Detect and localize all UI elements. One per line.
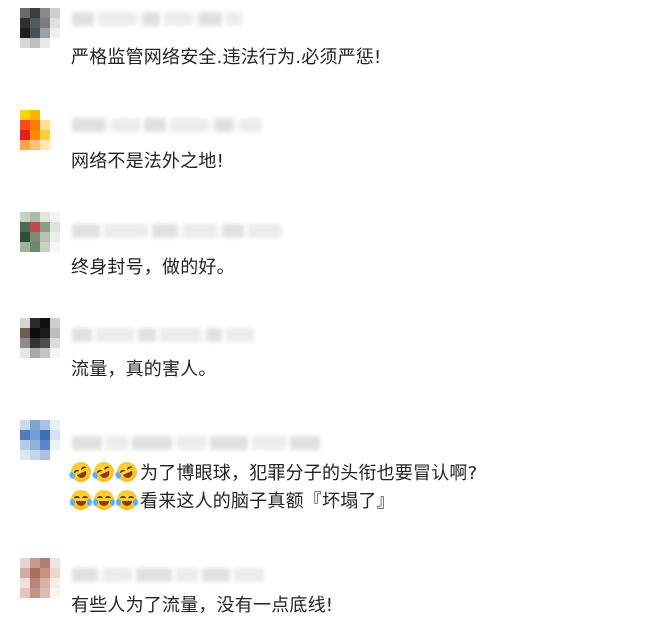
username-blurred[interactable] [72, 430, 320, 456]
avatar[interactable] [20, 110, 60, 150]
username-blurred[interactable] [72, 6, 242, 32]
crying-laughing-emoji-icon [90, 458, 118, 486]
comment-list: 严格监管网络安全.违法行为.必须严惩! 网络不是法外之地! 终身封号，做的好。 … [0, 0, 654, 630]
comment-line-1-text: 为了博眼球，犯罪分子的头衔也要冒认啊? [140, 463, 478, 484]
avatar[interactable] [20, 318, 60, 358]
avatar[interactable] [20, 212, 60, 252]
tears-of-joy-emoji-icon [93, 490, 115, 510]
comment-text-line-2: 看来这人的脑子真额『坏塌了』 [70, 490, 395, 514]
avatar[interactable] [20, 558, 60, 598]
comment-text-line-1: 为了博眼球，犯罪分子的头衔也要冒认啊? [67, 458, 478, 486]
comment-text: 有些人为了流量，没有一点底线! [71, 595, 334, 616]
crying-laughing-emoji-icon [113, 458, 141, 486]
avatar[interactable] [20, 420, 60, 460]
tears-of-joy-emoji-icon [70, 490, 92, 510]
avatar[interactable] [20, 8, 60, 48]
username-blurred[interactable] [72, 112, 262, 138]
comment-text: 流量，真的害人。 [71, 359, 217, 380]
username-blurred[interactable] [72, 562, 264, 588]
username-blurred[interactable] [72, 218, 282, 244]
comment-line-2-text: 看来这人的脑子真额『坏塌了』 [140, 491, 395, 512]
tears-of-joy-emoji-icon [116, 490, 138, 510]
comment-text: 严格监管网络安全.违法行为.必须严惩! [71, 47, 382, 68]
username-blurred[interactable] [72, 322, 254, 348]
comment-text: 终身封号，做的好。 [71, 257, 235, 278]
comment-text: 网络不是法外之地! [71, 151, 225, 172]
crying-laughing-emoji-icon [67, 458, 95, 486]
